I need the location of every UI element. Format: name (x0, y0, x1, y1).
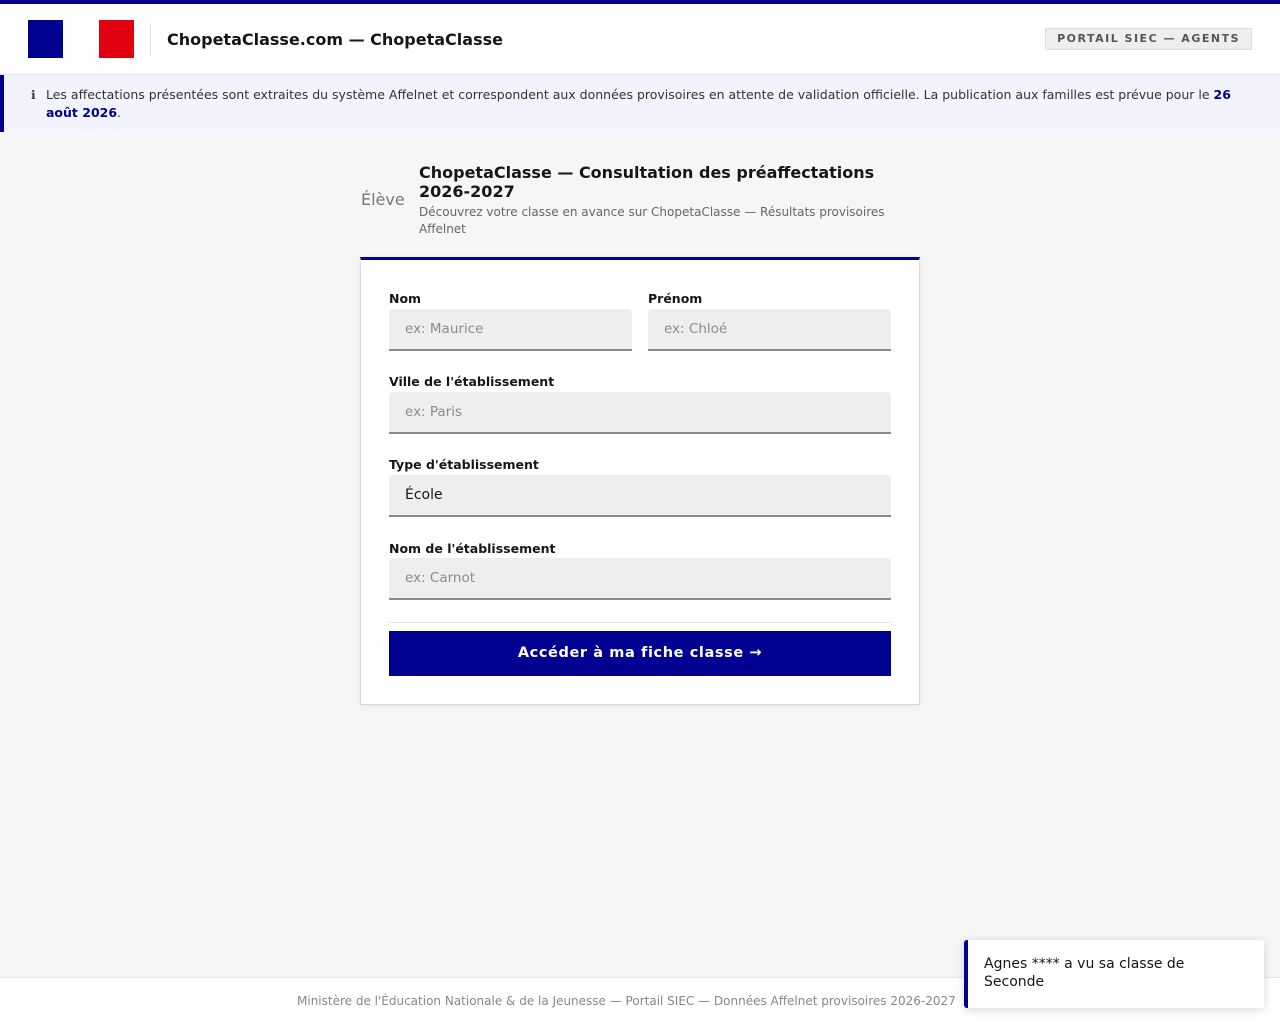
nom-etablissement-input[interactable] (389, 558, 891, 600)
nom-input[interactable] (389, 309, 632, 351)
header-divider (150, 24, 151, 56)
activity-toast[interactable]: Agnes **** a vu sa classe de Seconde (964, 940, 1264, 1008)
flag-red-stripe (99, 20, 134, 58)
ville-input[interactable] (389, 392, 891, 434)
form-divider (389, 622, 891, 623)
submit-button[interactable]: Accéder à ma fiche classe → (389, 631, 891, 676)
type-etablissement-label: Type d'établissement (389, 457, 539, 472)
footer-text: Ministère de l'Éducation Nationale & de … (297, 994, 956, 1008)
nom-etablissement-label: Nom de l'établissement (389, 541, 556, 556)
eleve-label: Élève (361, 190, 405, 209)
flag-blue-stripe (28, 20, 63, 58)
nom-label: Nom (389, 291, 422, 306)
flag-white-stripe (63, 20, 99, 58)
notice-tail: . (117, 105, 122, 120)
french-flag-logo (28, 20, 134, 58)
portal-agents-badge[interactable]: PORTAIL SIEC — AGENTS (1045, 28, 1252, 50)
prenom-input[interactable] (648, 309, 891, 351)
student-lookup-form: Nom Prénom Ville de l'établissement Type… (360, 257, 920, 705)
info-notice-banner: ℹ Les affectations présentées sont extra… (0, 75, 1280, 132)
toast-message: Agnes **** a vu sa classe de Seconde (984, 956, 1185, 990)
page-title: ChopetaClasse — Consultation des préaffe… (419, 163, 875, 201)
top-header: ChopetaClasse.com — ChopetaClasse PORTAI… (0, 0, 1280, 75)
page-subtitle: Découvrez votre classe en avance sur Cho… (419, 205, 885, 236)
info-icon: ℹ (31, 88, 36, 102)
prenom-label: Prénom (648, 291, 703, 306)
notice-text: Les affectations présentées sont extrait… (46, 87, 1214, 102)
site-title[interactable]: ChopetaClasse.com — ChopetaClasse (167, 30, 503, 49)
type-etablissement-select[interactable]: École (389, 475, 891, 517)
ville-label: Ville de l'établissement (389, 374, 555, 389)
